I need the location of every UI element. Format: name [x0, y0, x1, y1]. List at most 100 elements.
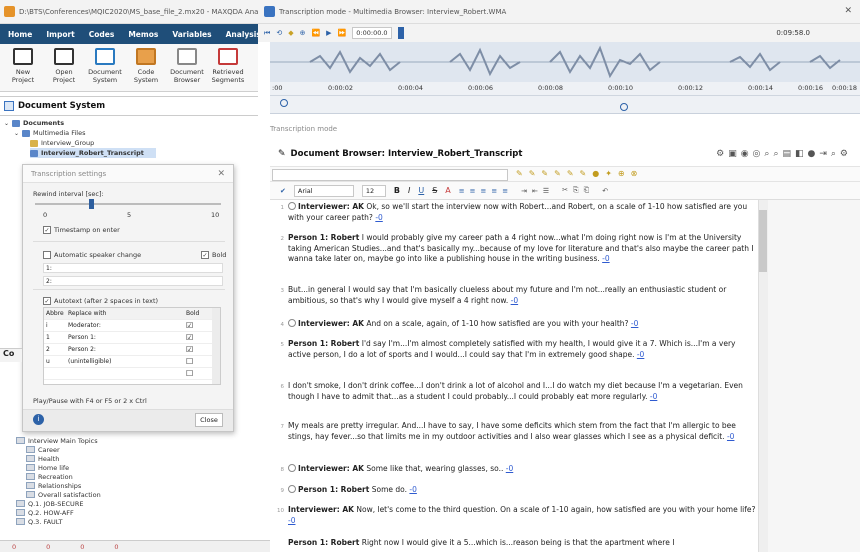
timestamp-link[interactable]: -0 — [727, 432, 734, 441]
speaker-1-field[interactable]: 1: — [43, 263, 223, 273]
code-item[interactable]: Home life — [26, 463, 69, 472]
tree-item-interview-group[interactable]: Interview_Group — [30, 138, 94, 148]
audio-waveform[interactable] — [270, 42, 860, 82]
grid-bold-checkbox[interactable]: ☐ — [186, 369, 210, 378]
timestamp-link[interactable]: -0 — [506, 464, 513, 473]
timestamp-link[interactable]: -0 — [511, 296, 518, 305]
rewind-slider-handle[interactable] — [89, 199, 94, 209]
grid-bold-checkbox[interactable]: ☑ — [186, 321, 210, 330]
grid-cell-replace[interactable]: Moderator: — [68, 322, 186, 329]
autotext-checkbox[interactable]: ✓ — [43, 297, 51, 305]
grid-cell-replace[interactable]: Person 1: — [68, 334, 186, 341]
grid-bold-checkbox[interactable]: ☑ — [186, 345, 210, 354]
rewind-slider-track[interactable] — [35, 203, 221, 205]
code-system-button[interactable]: Code System — [127, 48, 165, 91]
transcript-paragraph[interactable]: 6 I don't smoke, I don't drink coffee...… — [281, 381, 756, 402]
retrieved-segments-button[interactable]: Retrieved Segments — [209, 48, 247, 91]
timestamp-marker-icon[interactable] — [280, 99, 288, 107]
grid-cell-replace[interactable]: (unintelligible) — [68, 358, 186, 365]
highlight-pens-icons[interactable]: ✎✎✎✎✎✎●✦⊕⊗ — [516, 169, 643, 178]
timestamp-track[interactable] — [270, 96, 860, 114]
info-icon[interactable]: i — [33, 414, 44, 425]
playhead-indicator[interactable] — [397, 27, 404, 39]
dialog-close-icon[interactable]: ✕ — [217, 169, 225, 179]
timestamp-link[interactable]: -0 — [602, 254, 609, 263]
tree-item-multimedia-files[interactable]: ⌄ Multimedia Files — [14, 128, 86, 138]
timestamp-link[interactable]: -0 — [650, 392, 657, 401]
transcript-paragraph[interactable]: 3 But...in general I would say that I'm … — [281, 285, 756, 306]
loop-icon[interactable]: ⟲ — [276, 29, 282, 37]
transcript-paragraph[interactable]: 9 Person 1: Robert Some do. -0 — [281, 485, 756, 496]
timestamp-link[interactable]: -0 — [637, 350, 644, 359]
strikethrough-icon[interactable]: S — [432, 186, 437, 195]
document-system-button[interactable]: Document System — [86, 48, 124, 91]
transcript-paragraph[interactable]: 8 Interviewer: AK Some like that, wearin… — [281, 464, 756, 475]
grid-cell-abbr[interactable]: 2 — [44, 346, 68, 353]
tab-import[interactable]: Import — [46, 30, 74, 39]
document-scrollbar-thumb[interactable] — [759, 210, 767, 272]
code-item[interactable]: Interview Main Topics — [16, 436, 98, 445]
code-dropdown[interactable] — [272, 169, 508, 181]
underline-icon[interactable]: U — [418, 186, 424, 195]
tab-memos[interactable]: Memos — [128, 30, 158, 39]
tree-item-documents[interactable]: ⌄ Documents — [4, 118, 64, 128]
speaker-2-field[interactable]: 2: — [43, 276, 223, 286]
grid-bold-checkbox[interactable]: ☐ — [186, 357, 210, 366]
timestamp-icon[interactable] — [288, 464, 296, 472]
code-item[interactable]: Health — [26, 454, 59, 463]
timestamp-link[interactable]: -0 — [288, 516, 295, 525]
speaker-bold-option[interactable]: ✓ Bold — [201, 251, 226, 259]
font-name-select[interactable]: Arial — [293, 184, 354, 197]
transcript-paragraph[interactable]: 11 Person 1: Robert Right now I would gi… — [288, 538, 756, 549]
italic-icon[interactable]: I — [408, 186, 410, 195]
grid-row[interactable]: ☐ — [44, 368, 220, 380]
grid-cell-abbr[interactable]: u — [44, 358, 68, 365]
code-item[interactable]: Overall satisfaction — [26, 490, 101, 499]
play-icon[interactable]: ▶ — [326, 29, 331, 37]
clipboard-icons[interactable]: ✂⎘⎗ — [562, 186, 594, 195]
open-project-button[interactable]: Open Project — [45, 48, 83, 91]
grid-cell-abbr[interactable]: 1 — [44, 334, 68, 341]
grid-row[interactable]: 1 Person 1: ☑ — [44, 332, 220, 344]
grid-scrollbar[interactable] — [212, 308, 220, 384]
tree-item-interview-transcript[interactable]: Interview_Robert_Transcript — [30, 148, 156, 158]
grid-row[interactable]: u (unintelligible) ☐ — [44, 356, 220, 368]
tab-variables[interactable]: Variables — [172, 30, 211, 39]
transcript-paragraph[interactable]: 4 Interviewer: AK And on a scale, again,… — [281, 319, 756, 330]
grid-row[interactable]: 2 Person 2: ☑ — [44, 344, 220, 356]
code-item[interactable]: Career — [26, 445, 60, 454]
transcript-paragraph[interactable]: 5 Person 1: Robert I'd say I'm...I'm alm… — [281, 339, 756, 360]
time-input[interactable]: 0:00:00.0 — [352, 27, 392, 39]
tab-codes[interactable]: Codes — [89, 30, 115, 39]
undo-icon[interactable]: ↶ — [602, 187, 608, 195]
previous-icon[interactable]: ⏪ — [311, 29, 320, 37]
timestamp-icon[interactable] — [288, 485, 296, 493]
grid-cell-abbr[interactable]: i — [44, 322, 68, 329]
code-item[interactable]: Recreation — [26, 472, 73, 481]
dialog-close-button[interactable]: Close — [195, 413, 223, 427]
timestamp-checkbox[interactable]: ✓ — [43, 226, 51, 234]
align-icons[interactable]: ≡≡≡≡≡ — [459, 187, 513, 195]
grid-row[interactable]: i Moderator: ☑ — [44, 320, 220, 332]
font-color-icon[interactable]: A — [445, 186, 450, 195]
browser-toolbar-icons[interactable]: ⚙▣◉◎⌕⌕▤◧●⇥⌕⚙ — [716, 149, 852, 159]
timestamp-icon[interactable] — [288, 319, 296, 327]
format-painter-icon[interactable]: ✔ — [280, 187, 286, 195]
grid-bold-checkbox[interactable]: ☑ — [186, 333, 210, 342]
marker-icon[interactable]: ◆ — [288, 29, 293, 37]
tab-home[interactable]: Home — [8, 30, 32, 39]
timestamp-link[interactable]: -0 — [375, 213, 382, 222]
code-item[interactable]: Relationships — [26, 481, 81, 490]
font-size-select[interactable]: 12 — [361, 184, 386, 197]
timestamp-icon[interactable] — [288, 202, 296, 210]
transcript-paragraph[interactable]: 2 Person 1: Robert I would probably give… — [281, 233, 756, 265]
grid-cell-replace[interactable]: Person 2: — [68, 346, 186, 353]
document-browser-button[interactable]: Document Browser — [168, 48, 206, 91]
timestamp-link[interactable]: -0 — [631, 319, 638, 328]
skip-back-icon[interactable]: ⏮ — [264, 29, 270, 38]
code-item[interactable]: Q.2. HOW-AFF — [16, 508, 74, 517]
speaker-bold-checkbox[interactable]: ✓ — [201, 251, 209, 259]
transcript-paragraph[interactable]: 10 Interviewer: AK Now, let's come to th… — [277, 505, 756, 526]
code-item[interactable]: Q.3. FAULT — [16, 517, 63, 526]
transcript-paragraph[interactable]: 7 My meals are pretty irregular. And...I… — [281, 421, 756, 442]
